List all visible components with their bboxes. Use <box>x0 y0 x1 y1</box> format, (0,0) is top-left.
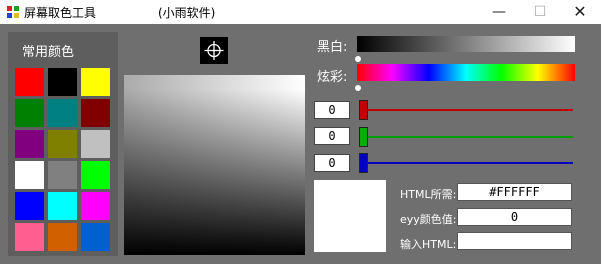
window-title: 屏幕取色工具 <box>24 6 97 20</box>
window-subtitle: (小雨软件) <box>158 6 216 20</box>
red-slider-track[interactable] <box>363 109 573 111</box>
color-swatch[interactable] <box>81 223 110 251</box>
color-swatch[interactable] <box>48 99 77 127</box>
eyy-value-label: eyy颜色值: <box>400 213 457 226</box>
color-swatch[interactable] <box>48 223 77 251</box>
color-swatch[interactable] <box>48 192 77 220</box>
html-value-field[interactable]: #FFFFFF <box>457 183 572 201</box>
input-html-field[interactable] <box>457 232 572 250</box>
bw-label: 黑白: <box>317 40 348 55</box>
green-value-input[interactable]: 0 <box>314 127 350 145</box>
close-button[interactable]: ✕ <box>560 0 600 24</box>
blue-slider-thumb[interactable] <box>359 153 368 173</box>
hue-label: 炫彩: <box>317 70 348 85</box>
color-swatch[interactable] <box>81 99 110 127</box>
input-html-label: 输入HTML: <box>400 238 457 251</box>
red-slider-thumb[interactable] <box>359 100 368 120</box>
eyedropper-crosshair-icon[interactable] <box>200 37 228 64</box>
green-slider-thumb[interactable] <box>359 127 368 147</box>
bw-bar-marker[interactable] <box>355 56 361 62</box>
color-swatch[interactable] <box>15 223 44 251</box>
red-value-input[interactable]: 0 <box>314 101 350 119</box>
color-swatch[interactable] <box>15 161 44 189</box>
color-swatch[interactable] <box>15 130 44 158</box>
blue-slider-track[interactable] <box>363 162 573 164</box>
html-value-label: HTML所需: <box>400 188 457 201</box>
color-preview <box>314 180 386 252</box>
color-swatch[interactable] <box>48 130 77 158</box>
minimize-button[interactable]: — <box>479 0 519 24</box>
color-gradient-area[interactable] <box>124 75 305 255</box>
color-swatch[interactable] <box>15 68 44 96</box>
color-swatch[interactable] <box>15 192 44 220</box>
color-swatch[interactable] <box>48 68 77 96</box>
green-slider-track[interactable] <box>363 136 573 138</box>
color-swatch[interactable] <box>81 161 110 189</box>
bw-gradient-bar[interactable] <box>357 36 575 52</box>
color-swatch[interactable] <box>81 130 110 158</box>
title-bar: 屏幕取色工具 (小雨软件) — ☐ ✕ <box>0 0 601 24</box>
blue-value-input[interactable]: 0 <box>314 154 350 172</box>
hue-gradient-bar[interactable] <box>357 64 575 81</box>
color-swatch[interactable] <box>48 161 77 189</box>
hue-bar-marker[interactable] <box>355 85 361 91</box>
eyy-value-field[interactable]: 0 <box>457 208 572 226</box>
color-swatch[interactable] <box>15 99 44 127</box>
color-swatch[interactable] <box>81 192 110 220</box>
app-icon <box>7 6 19 18</box>
common-colors-label: 常用颜色 <box>22 45 75 60</box>
maximize-button[interactable]: ☐ <box>520 0 560 24</box>
color-swatch[interactable] <box>81 68 110 96</box>
